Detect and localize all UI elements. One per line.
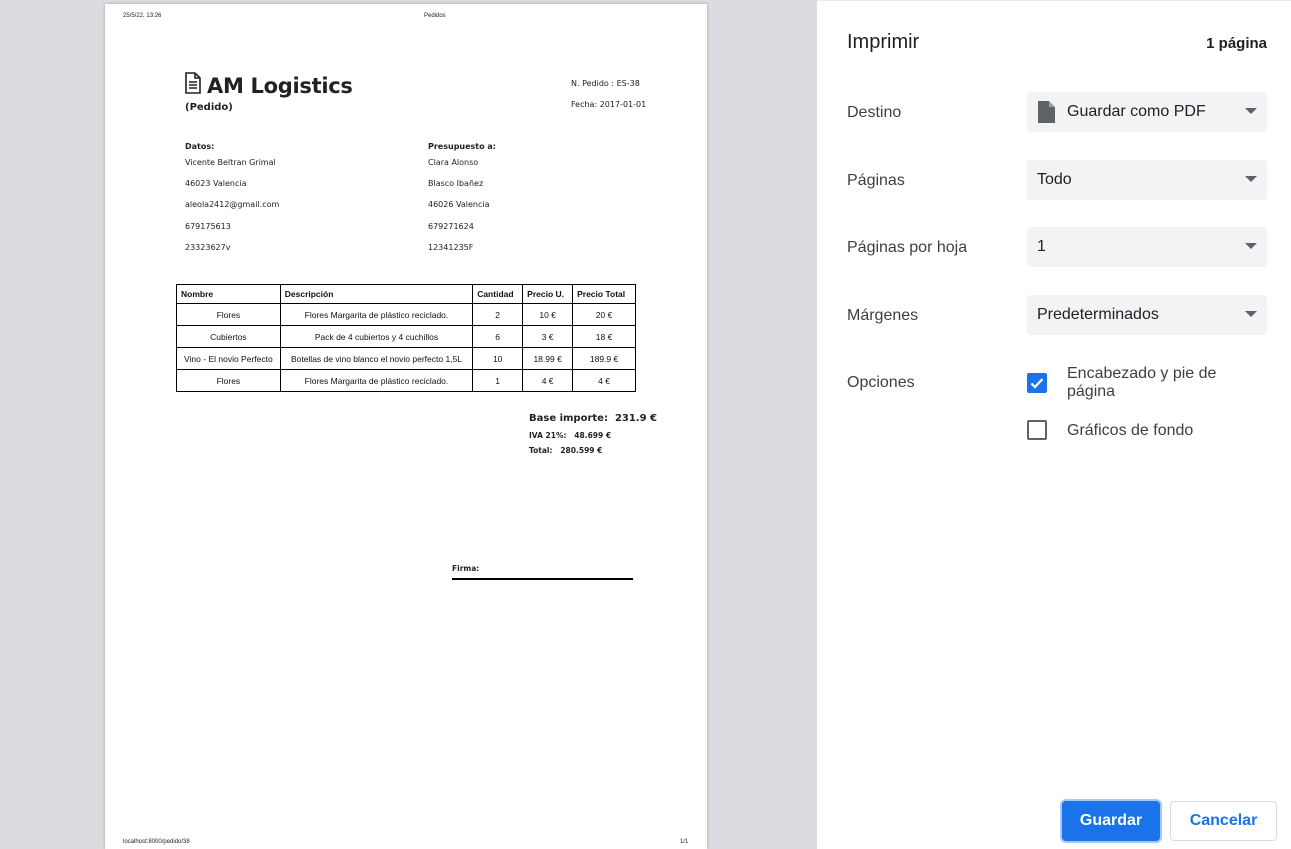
column-header: Descripción xyxy=(279,284,474,304)
table-cell: Flores xyxy=(176,369,281,392)
table-cell: 18 € xyxy=(572,325,636,348)
table-cell: 18.99 € xyxy=(522,347,574,370)
datos-line: 23323627v xyxy=(185,243,231,252)
table-cell: 4 € xyxy=(572,369,636,392)
destino-label: Destino xyxy=(847,104,902,121)
table-cell: Flores Margarita de plástico reciclado. xyxy=(279,303,474,326)
table-cell: Cubiertos xyxy=(176,325,281,348)
dropdown-arrow-icon xyxy=(1245,311,1257,317)
dropdown-arrow-icon xyxy=(1245,243,1257,249)
iva-line: IVA 21%: 48.699 € xyxy=(529,431,611,440)
table-cell: Vino - El novio Perfecto xyxy=(176,347,281,370)
order-date: Fecha: 2017-01-01 xyxy=(571,100,647,109)
save-button[interactable]: Guardar xyxy=(1062,801,1160,841)
margenes-value: Predeterminados xyxy=(1037,306,1159,323)
table-cell: Botellas de vino blanco el novio perfect… xyxy=(279,347,474,370)
dropdown-arrow-icon xyxy=(1245,176,1257,182)
table-cell: Flores xyxy=(176,303,281,326)
column-header: Nombre xyxy=(176,284,281,304)
order-items-table: Nombre Descripción Cantidad Precio U. Pr… xyxy=(176,284,636,392)
datos-heading: Datos: xyxy=(185,142,215,151)
table-cell: 10 € xyxy=(522,303,574,326)
column-header: Cantidad xyxy=(472,284,524,304)
table-cell: 10 xyxy=(472,347,524,370)
table-cell: Pack de 4 cubiertos y 4 cuchillos xyxy=(279,325,474,348)
column-header: Precio U. xyxy=(522,284,574,304)
table-cell: 1 xyxy=(472,369,524,392)
firma-label: Firma: xyxy=(452,564,480,573)
iva-value: 48.699 € xyxy=(574,431,612,440)
por-hoja-label: Páginas por hoja xyxy=(847,239,968,256)
table-cell: 20 € xyxy=(572,303,636,326)
table-cell: 3 € xyxy=(522,325,574,348)
paginas-select[interactable]: Todo xyxy=(1027,160,1267,200)
base-importe-value: 231.9 € xyxy=(614,413,658,424)
table-header-row: Nombre Descripción Cantidad Precio U. Pr… xyxy=(176,284,636,304)
datos-line: Vicente Beltran Grimal xyxy=(185,158,276,167)
total-line: Total: 280.599 € xyxy=(529,446,602,455)
presupuesto-line: 12341235F xyxy=(428,243,474,252)
table-row: Vino - El novio Perfecto Botellas de vin… xyxy=(176,347,636,370)
presupuesto-line: Clara Alonso xyxy=(428,158,479,167)
table-row: Cubiertos Pack de 4 cubiertos y 4 cuchil… xyxy=(176,325,636,348)
page-header-date: 25/5/22, 13:26 xyxy=(123,13,162,19)
company-name: AM Logistics xyxy=(207,73,353,98)
total-value: 280.599 € xyxy=(560,446,603,455)
file-icon xyxy=(1037,101,1055,123)
document-type: (Pedido) xyxy=(185,102,233,113)
headers-footers-checkbox[interactable] xyxy=(1027,373,1047,393)
datos-line: 679175613 xyxy=(185,222,231,231)
table-cell: 4 € xyxy=(522,369,574,392)
background-graphics-checkbox[interactable] xyxy=(1027,420,1047,440)
total-label: Total: xyxy=(529,446,553,455)
presupuesto-line: 679271624 xyxy=(428,222,474,231)
background-graphics-label[interactable]: Gráficos de fondo xyxy=(1067,422,1247,440)
page-footer-count: 1/1 xyxy=(680,839,689,845)
signature-line xyxy=(452,578,633,580)
base-importe-label: Base importe: xyxy=(529,413,608,424)
datos-line: 46023 Valencia xyxy=(185,179,247,188)
paginas-label: Páginas xyxy=(847,172,905,189)
panel-title: Imprimir xyxy=(847,31,920,53)
table-cell: 2 xyxy=(472,303,524,326)
checkmark-icon xyxy=(1030,378,1044,389)
destino-select[interactable]: Guardar como PDF xyxy=(1027,92,1267,132)
por-hoja-select[interactable]: 1 xyxy=(1027,227,1267,267)
table-cell: 189.9 € xyxy=(572,347,636,370)
table-cell: Flores Margarita de plástico reciclado. xyxy=(279,369,474,392)
print-settings-panel: Imprimir 1 página Destino Guardar como P… xyxy=(817,0,1291,849)
document-icon xyxy=(184,72,202,99)
cancel-button[interactable]: Cancelar xyxy=(1170,801,1277,841)
iva-label: IVA 21%: xyxy=(529,431,567,440)
base-importe: Base importe: 231.9 € xyxy=(529,413,657,424)
presupuesto-line: Blasco Ibañez xyxy=(428,179,484,188)
table-row: Flores Flores Margarita de plástico reci… xyxy=(176,369,636,392)
presupuesto-line: 46026 Valencia xyxy=(428,200,490,209)
presupuesto-heading: Presupuesto a: xyxy=(428,142,497,151)
margenes-select[interactable]: Predeterminados xyxy=(1027,295,1267,335)
paginas-value: Todo xyxy=(1037,171,1072,188)
page-count: 1 página xyxy=(1206,35,1267,52)
page-header-title: Pedidos xyxy=(424,13,446,19)
destino-value: Guardar como PDF xyxy=(1067,103,1206,120)
page-footer-url: localhost:8000/pedido/38 xyxy=(123,839,190,845)
table-row: Flores Flores Margarita de plástico reci… xyxy=(176,303,636,326)
print-preview-area: 25/5/22, 13:26 Pedidos AM Logistics (Ped… xyxy=(0,0,817,849)
company-heading: AM Logistics xyxy=(184,72,353,99)
preview-page: 25/5/22, 13:26 Pedidos AM Logistics (Ped… xyxy=(105,4,707,849)
datos-line: aleola2412@gmail.com xyxy=(185,200,280,209)
headers-footers-label[interactable]: Encabezado y pie de página xyxy=(1067,365,1247,401)
opciones-label: Opciones xyxy=(847,374,915,391)
table-cell: 6 xyxy=(472,325,524,348)
por-hoja-value: 1 xyxy=(1037,238,1046,255)
column-header: Precio Total xyxy=(572,284,636,304)
order-number: N. Pedido : ES-38 xyxy=(571,79,640,88)
dropdown-arrow-icon xyxy=(1245,108,1257,114)
margenes-label: Márgenes xyxy=(847,307,919,324)
